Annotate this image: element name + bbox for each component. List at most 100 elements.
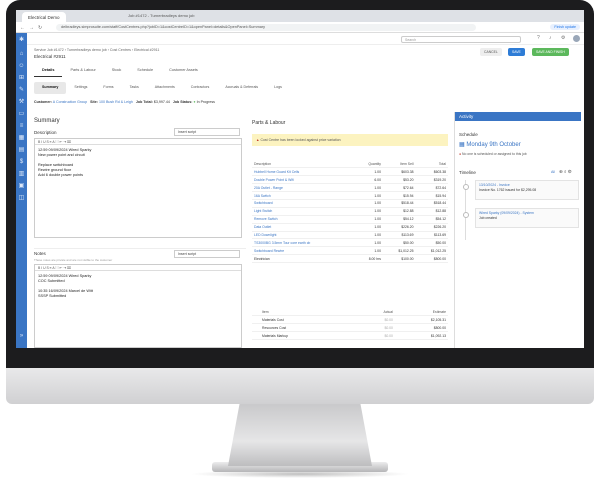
- row-description[interactable]: Remove Switch: [252, 215, 355, 224]
- table-row[interactable]: Electrician 8.00 hrs $100.00 $800.00: [252, 254, 448, 264]
- row-total: $15.94: [415, 191, 448, 200]
- table-row[interactable]: Light Switch 1.00 $12.88 $12.88: [252, 207, 448, 216]
- table-row[interactable]: Switchboard Rewire 1.00 $1,012.25 $1,012.25: [252, 246, 448, 256]
- row-description[interactable]: Light Switch: [252, 207, 355, 216]
- save-finish-button[interactable]: SAVE AND FINISH: [532, 48, 569, 56]
- tab-settings[interactable]: Settings: [66, 82, 95, 94]
- logo-icon[interactable]: ✱: [18, 37, 25, 44]
- notes-insert-script[interactable]: Insert script: [174, 250, 240, 258]
- table-row[interactable]: LED Downlight 1.00 $113.69 $113.69: [252, 231, 448, 240]
- table-row[interactable]: Remove Switch 1.00 $54.12 $54.12: [252, 215, 448, 224]
- table-row[interactable]: 16A Switch 1.00 $15.94 $15.94: [252, 191, 448, 200]
- row-description[interactable]: TS3000BG 3.5mm Tour core earth cb: [252, 238, 355, 248]
- row-description[interactable]: 16A Switch: [252, 191, 355, 200]
- tab-tasks[interactable]: Tasks: [122, 82, 147, 94]
- breadcrumb[interactable]: Service Job #1472 › Turnerbradleys demo …: [34, 48, 159, 52]
- table-row[interactable]: Double Power Point & Wifi 6.00 $53.20 $319.…: [252, 175, 448, 185]
- tab-parts-labour[interactable]: Parts & Labour: [62, 65, 103, 77]
- cancel-button[interactable]: CANCEL: [480, 48, 502, 56]
- description-insert-script[interactable]: Insert script: [174, 128, 240, 136]
- notes-text[interactable]: 12:59 09/09/2024 Wired Sparky COC Submit…: [35, 271, 241, 302]
- browser-tab[interactable]: Job #1472 - Turnerbradleys demo job: [128, 13, 194, 18]
- notes-hint: These notes are private and are not visi…: [34, 258, 113, 262]
- calendar-icon[interactable]: ▦: [18, 135, 25, 142]
- table-row[interactable]: TS3000BG 3.5mm Tour core earth cb 1.00 $50…: [252, 238, 448, 248]
- event-body: Invoice No. 1762 issued for $2,295.08: [479, 187, 537, 192]
- tab-attachments[interactable]: Attachments: [147, 82, 183, 94]
- tab-accruals[interactable]: Accruals & Deferrals: [217, 82, 266, 94]
- row-item-sell: $113.69: [382, 231, 416, 240]
- wrench-icon[interactable]: ⚒: [18, 99, 25, 106]
- table-row[interactable]: Hubbell Home Guard Kit Cells 1.00 $603.38 $…: [252, 167, 448, 177]
- description-text[interactable]: 12:59 09/09/2024 Wired Sparky New power …: [35, 145, 241, 181]
- list-icon[interactable]: ≡: [18, 123, 25, 130]
- divider: [34, 248, 246, 249]
- doc-icon[interactable]: ▤: [18, 147, 25, 154]
- customer-link[interactable]: A Construction Group: [53, 100, 87, 104]
- schedule-date[interactable]: ▦ Monday 9th October: [459, 141, 521, 148]
- table-row[interactable]: Switchboard 1.00 $518.44 $518.44: [252, 199, 448, 208]
- timeline-event[interactable]: Wired Sparky (09/09/2024) - System Job c…: [475, 208, 579, 228]
- tab-schedule[interactable]: Schedule: [129, 65, 161, 77]
- row-description[interactable]: Double Power Point & Wifi: [252, 175, 355, 185]
- table-row[interactable]: Resources Cost $0.00 $800.00: [252, 323, 448, 333]
- expand-icon[interactable]: »: [18, 333, 25, 340]
- save-button[interactable]: SAVE: [508, 48, 525, 56]
- search-input[interactable]: Search: [401, 36, 521, 43]
- truck-icon[interactable]: ▭: [18, 111, 25, 118]
- summary-heading: Summary: [34, 118, 60, 124]
- report-icon[interactable]: ◫: [18, 195, 25, 202]
- row-item-sell: $603.38: [382, 167, 416, 177]
- tab-stock[interactable]: Stock: [104, 65, 130, 77]
- row-description[interactable]: Data Outlet: [252, 223, 355, 232]
- table-row[interactable]: 20A Outlet - Range 1.00 $72.64 $72.64: [252, 183, 448, 193]
- finish-update-button[interactable]: Finish update: [550, 24, 580, 30]
- row-quantity: 1.00: [354, 167, 383, 177]
- reload-icon[interactable]: ↻: [38, 25, 42, 31]
- chart-icon[interactable]: ▥: [18, 171, 25, 178]
- bell-icon[interactable]: ♪: [549, 35, 552, 41]
- settings-icon[interactable]: ⚙: [561, 35, 565, 41]
- tools-icon[interactable]: ✎: [18, 87, 25, 94]
- table-row[interactable]: Materials Cost $0.00 $2,105.31: [252, 315, 448, 325]
- row-description[interactable]: Switchboard Rewire: [252, 246, 355, 256]
- tab-contractors[interactable]: Contractors: [183, 82, 218, 94]
- home-icon[interactable]: ⌂: [18, 51, 25, 58]
- tab-forms[interactable]: Forms: [95, 82, 121, 94]
- tab-customer-assets[interactable]: Customer Assets: [161, 65, 206, 77]
- cart-icon[interactable]: ⊞: [18, 75, 25, 82]
- parts-header-row: Description Quantity Item Sell Total: [252, 160, 448, 169]
- notes-editor[interactable]: B I U S ≡ A ⁝ ⁝ ⇤ ⇥ ⌧ 12:59 09/09/2024 W…: [34, 264, 242, 348]
- row-description[interactable]: Hubbell Home Guard Kit Cells: [252, 167, 355, 177]
- timeline-filter[interactable]: All: [551, 170, 555, 174]
- row-quantity: 1.00: [354, 231, 383, 240]
- row-estimate: $800.00: [394, 323, 448, 333]
- row-actual: $0.00: [357, 323, 395, 333]
- dollar-icon[interactable]: $: [18, 159, 25, 166]
- help-icon[interactable]: ?: [537, 35, 540, 41]
- forward-icon[interactable]: →: [29, 25, 34, 31]
- people-icon[interactable]: ☺: [18, 63, 25, 70]
- timeline-event[interactable]: 13/10/2024 - Invoice Invoice No. 1762 is…: [475, 180, 579, 200]
- row-description[interactable]: Switchboard: [252, 199, 355, 208]
- table-row[interactable]: Materials Markup $0.00 $1,092.13: [252, 331, 448, 341]
- browser-tab-active[interactable]: Electrical Demo: [22, 12, 66, 22]
- description-editor[interactable]: B I U S ≡ A ⁝ ⁝ ⇤ ⇥ ⌧ 12:59 09/09/2024 W…: [34, 138, 242, 238]
- tab-summary[interactable]: Summary: [34, 82, 67, 94]
- table-row[interactable]: Data Outlet 1.00 $226.20 $226.20: [252, 223, 448, 232]
- box-icon[interactable]: ▣: [18, 183, 25, 190]
- url-field[interactable]: delbradleys.simprosuite.com/staff/CostCe…: [56, 24, 476, 31]
- back-icon[interactable]: ←: [20, 25, 25, 31]
- timeline-tools-icon[interactable]: ⊕ ⌕ ⚙: [559, 169, 572, 175]
- site-link[interactable]: 100 Bush Rd & Leigh: [99, 100, 133, 104]
- parts-heading: Parts & Labour: [252, 120, 286, 126]
- avatar[interactable]: [573, 35, 580, 42]
- row-description[interactable]: LED Downlight: [252, 231, 355, 240]
- tab-logs[interactable]: Logs: [266, 82, 290, 94]
- row-description[interactable]: 20A Outlet - Range: [252, 183, 355, 193]
- row-total: $226.20: [415, 223, 448, 232]
- row-description[interactable]: Electrician: [252, 254, 355, 264]
- row-actual: $0.00: [357, 331, 395, 341]
- system-icon: [463, 212, 469, 218]
- tab-details[interactable]: Details: [34, 65, 63, 77]
